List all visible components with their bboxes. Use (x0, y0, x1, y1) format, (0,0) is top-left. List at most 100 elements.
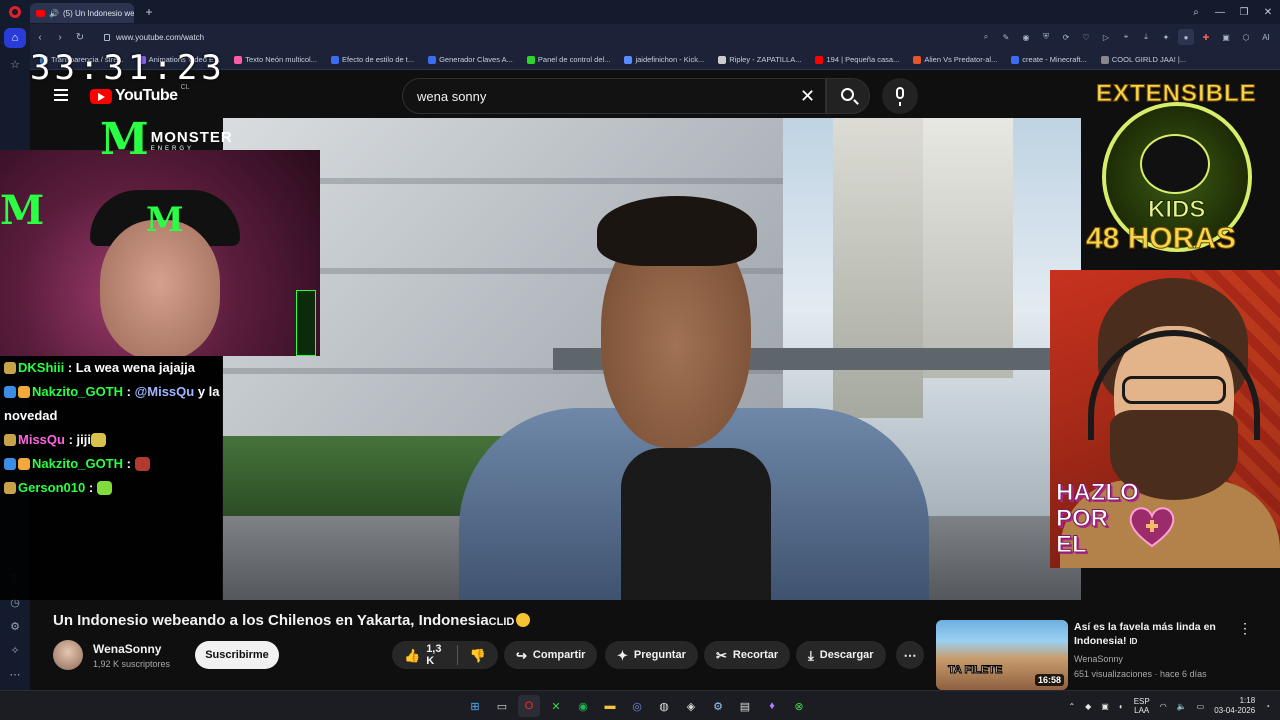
ai-icon[interactable]: AI (1258, 29, 1274, 45)
notepad-icon[interactable]: ▤ (734, 695, 756, 717)
bookmark-favicon-icon (718, 55, 727, 64)
recommended-title[interactable]: Así es la favela más linda en Indonesia!… (1074, 620, 1234, 649)
obs-icon[interactable]: ◍ (653, 695, 675, 717)
chat-badge-icon (18, 386, 30, 398)
tray-app-icon[interactable]: ▣ (1101, 702, 1109, 711)
refresh-icon[interactable]: ⟳ (1058, 29, 1074, 45)
share-icon: ↪ (516, 647, 527, 663)
more-actions-button[interactable]: ⋯ (896, 641, 924, 669)
windows-start-icon[interactable]: ⊞ (464, 695, 486, 717)
voice-search-button[interactable] (882, 78, 918, 114)
search-icon[interactable]: ⌕ (978, 29, 994, 45)
bookmark-item[interactable]: Texto Neón multicol... (234, 55, 317, 64)
share-button[interactable]: ↪ Compartir (504, 641, 598, 669)
shield-icon[interactable]: ⛨ (1038, 29, 1054, 45)
energy-drink-can (296, 290, 316, 356)
search-button[interactable] (826, 78, 870, 114)
recommended-meta: 651 visualizaciones · hace 6 días (1074, 669, 1207, 679)
clock[interactable]: 1:18 03-04-2026 (1214, 696, 1255, 716)
battery-icon[interactable]: ▭ (1197, 702, 1205, 711)
opera-menu-icon[interactable] (0, 0, 30, 24)
tab-search-icon[interactable]: ⌕ (1184, 7, 1208, 18)
dislike-icon[interactable]: 👎 (470, 649, 486, 662)
bookmark-item[interactable]: COOL GIRLD JAA! |... (1100, 55, 1186, 64)
channel-name[interactable]: WenaSonny (93, 642, 161, 656)
like-count[interactable]: 1,3 K (426, 643, 445, 667)
tray-app-icon[interactable]: ◆ (1085, 702, 1091, 711)
ask-button[interactable]: ✦ Preguntar (605, 641, 698, 669)
bookmark-item[interactable]: Efecto de estilo de t... (330, 55, 414, 64)
forward-button[interactable]: › (50, 32, 70, 43)
xbox-app-icon[interactable]: ⊗ (788, 695, 810, 717)
spaces-icon[interactable]: ☆ (0, 52, 30, 76)
new-tab-button[interactable]: + (140, 3, 158, 21)
bookmark-favicon-icon (330, 55, 339, 64)
settings-icon[interactable]: ⚙ (0, 614, 30, 638)
bookmark-favicon-icon (1100, 55, 1109, 64)
steam-icon[interactable]: ⚙ (707, 695, 729, 717)
app-purple-icon[interactable]: ♦ (761, 695, 783, 717)
bookmark-item[interactable]: Generador Claves A... (428, 55, 513, 64)
download-button[interactable]: ⤓ Descargar (796, 641, 886, 669)
channel-avatar[interactable] (53, 640, 83, 670)
back-button[interactable]: ‹ (30, 32, 50, 43)
bookmark-item[interactable]: create - Minecraft... (1011, 55, 1087, 64)
opera-taskbar-icon[interactable]: O (518, 695, 540, 717)
address-bar-actions: ⌕ ✎ ◉ ⛨ ⟳ ♡ ▷ ⌖ ⤓ ✦ ● ✚ ▣ ⬡ AI (978, 24, 1274, 50)
screen: 🔊 (5) Un Indonesio web + ⌕ — ❐ ✕ ⌂ ☆ ♡ ◷… (0, 0, 1280, 720)
discord-icon[interactable]: ◎ (626, 695, 648, 717)
recommended-thumbnail[interactable]: TA FILETE 16:58 (936, 620, 1068, 690)
channel-subscribers: 1,92 K suscriptores (93, 659, 171, 669)
app-icon[interactable]: ◈ (680, 695, 702, 717)
lock-icon (104, 33, 110, 41)
browser-tab-bar: 🔊 (5) Un Indonesio web + ⌕ — ❐ ✕ (0, 0, 1280, 24)
task-view-icon[interactable]: ▭ (491, 695, 513, 717)
heart-icon (1129, 507, 1175, 548)
maximize-button[interactable]: ❐ (1232, 7, 1256, 18)
extension-puzzle-icon[interactable]: ⬡ (1238, 29, 1254, 45)
bookmark-item[interactable]: Ripley - ZAPATILLA... (718, 55, 801, 64)
recommended-channel[interactable]: WenaSonny (1074, 654, 1123, 664)
close-window-button[interactable]: ✕ (1256, 7, 1280, 18)
video-player[interactable] (223, 118, 1081, 600)
file-explorer-icon[interactable]: ▬ (599, 695, 621, 717)
bookmark-item[interactable]: Alien Vs Predator-al... (913, 55, 997, 64)
tray-chevron-icon[interactable]: ⌃ (1068, 702, 1075, 711)
tray-app-icon[interactable]: ◐ (1119, 702, 1124, 711)
download-icon[interactable]: ⤓ (1138, 29, 1154, 45)
spotify-icon[interactable]: ◉ (572, 695, 594, 717)
like-icon[interactable]: 👍 (404, 649, 420, 662)
bookmark-item[interactable]: Panel de control del... (526, 55, 610, 64)
extensions-icon[interactable]: ✦ (1158, 29, 1174, 45)
language-indicator[interactable]: ESP LAA (1134, 697, 1150, 715)
reload-button[interactable]: ↻ (70, 32, 90, 43)
search-input[interactable] (402, 78, 826, 114)
home-icon[interactable]: ⌂ (4, 28, 26, 48)
recommended-menu-icon[interactable]: ⋮ (1238, 620, 1252, 637)
heart-icon[interactable]: ♡ (1078, 29, 1094, 45)
bookmark-item[interactable]: 194 | Pequeña casa... (815, 55, 899, 64)
clip-button[interactable]: ✂ Recortar (704, 641, 791, 669)
bookmark-item[interactable]: jaidefinichon - Kick... (624, 55, 704, 64)
subscribe-button[interactable]: Suscribirme (195, 641, 279, 669)
youtube-logo[interactable]: YouTube CL (90, 84, 190, 105)
camera-icon[interactable]: ◉ (1018, 29, 1034, 45)
xbox-icon[interactable]: ✕ (545, 695, 567, 717)
url-field[interactable]: www.youtube.com/watch (104, 33, 204, 42)
extension-red-icon[interactable]: ✚ (1198, 29, 1214, 45)
snapshot-icon[interactable]: ⌖ (1118, 29, 1134, 45)
menu-icon[interactable] (54, 89, 68, 101)
tips-icon[interactable]: ✧ (0, 638, 30, 662)
notification-icon[interactable]: ◔ (1265, 702, 1270, 711)
send-icon[interactable]: ▷ (1098, 29, 1114, 45)
edit-icon[interactable]: ✎ (998, 29, 1014, 45)
profile-icon[interactable]: ● (1178, 29, 1194, 45)
volume-icon[interactable]: 🔈 (1177, 702, 1187, 711)
browser-tab-youtube[interactable]: 🔊 (5) Un Indonesio web (30, 3, 134, 23)
clear-search-icon[interactable]: ✕ (800, 87, 815, 105)
speaker-icon[interactable]: 🔊 (49, 9, 59, 18)
extension-square-icon[interactable]: ▣ (1218, 29, 1234, 45)
more-sidebar-icon[interactable]: ⋯ (0, 662, 30, 686)
wifi-icon[interactable]: ◠ (1160, 702, 1167, 711)
minimize-button[interactable]: — (1208, 7, 1232, 18)
